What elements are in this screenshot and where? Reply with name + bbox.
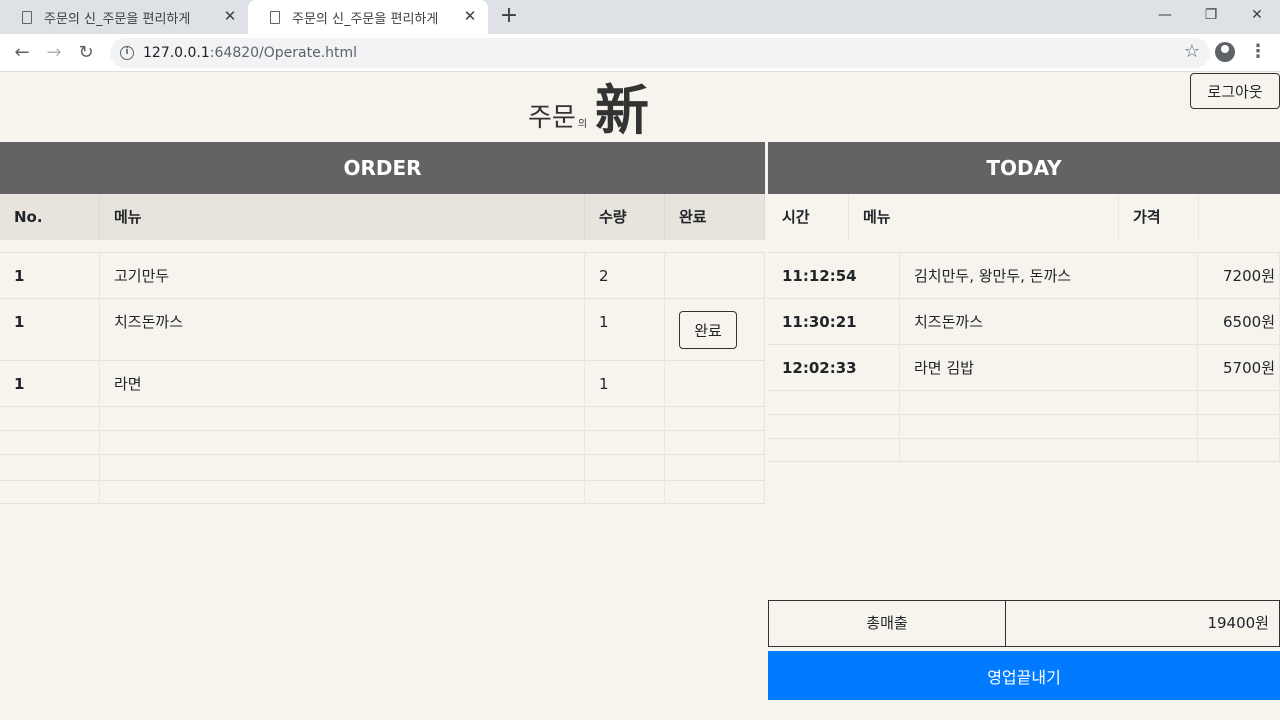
sale-price: 6500원 [1198, 299, 1280, 344]
empty-row [0, 406, 765, 430]
browser-tab-active[interactable]: 주문의 신_주문을 편리하게 ✕ [248, 0, 488, 34]
column-header-menu: 메뉴 [849, 194, 1119, 240]
today-table-body: 11:12:54 김치만두, 왕만두, 돈까스 7200원 11:30:21 치… [768, 252, 1280, 462]
document-icon [270, 10, 280, 24]
reload-icon[interactable]: ↻ [72, 39, 100, 67]
browser-tab[interactable]: 주문의 신_주문을 편리하게 ✕ [0, 0, 248, 34]
table-row: 11:12:54 김치만두, 왕만두, 돈까스 7200원 [768, 252, 1280, 298]
order-menu: 고기만두 [100, 253, 585, 298]
empty-row [0, 454, 765, 480]
table-row: 11:30:21 치즈돈까스 6500원 [768, 298, 1280, 344]
logo-hanja: 新 [595, 78, 650, 142]
sale-time: 12:02:33 [768, 345, 900, 390]
order-column-headers: No. 메뉴 수량 완료 [0, 194, 765, 240]
empty-row [0, 430, 765, 454]
order-done-cell [665, 361, 765, 406]
table-row: 1 치즈돈까스 1 완료 [0, 298, 765, 360]
complete-button[interactable]: 완료 [679, 311, 737, 349]
restore-icon[interactable]: ❐ [1188, 0, 1234, 34]
order-no: 1 [0, 361, 100, 406]
column-header-menu: 메뉴 [100, 194, 585, 240]
order-done-cell [665, 253, 765, 298]
sale-price: 5700원 [1198, 345, 1280, 390]
total-sales-box: 총매출 19400원 [768, 600, 1280, 647]
sale-menu: 라면 김밥 [900, 345, 1198, 390]
today-column-headers: 시간 메뉴 가격 [768, 194, 1280, 240]
column-header-price: 가격 [1119, 194, 1199, 240]
sale-menu: 치즈돈까스 [900, 299, 1198, 344]
sale-price: 7200원 [1198, 253, 1280, 298]
order-qty: 2 [585, 253, 665, 298]
logo-particle: 의 [577, 119, 588, 130]
order-qty: 1 [585, 361, 665, 406]
logo-main: 주문 [528, 103, 576, 133]
document-icon [22, 10, 32, 24]
url-field[interactable]: i 127.0.0.1:64820/Operate.html ☆ [110, 38, 1210, 68]
minimize-icon[interactable]: — [1142, 0, 1188, 34]
back-icon[interactable]: ← [8, 39, 36, 67]
sale-menu: 김치만두, 왕만두, 돈까스 [900, 253, 1198, 298]
empty-row [0, 480, 765, 504]
column-header-qty: 수량 [585, 194, 665, 240]
sale-time: 11:12:54 [768, 253, 900, 298]
browser-tab-bar: 주문의 신_주문을 편리하게 ✕ 주문의 신_주문을 편리하게 ✕ + — ❐ … [0, 0, 1280, 34]
logout-button[interactable]: 로그아웃 [1190, 73, 1280, 109]
empty-row [768, 390, 1280, 414]
address-bar: ← → ↻ i 127.0.0.1:64820/Operate.html ☆ ⋮ [0, 34, 1280, 72]
table-row: 12:02:33 라면 김밥 5700원 [768, 344, 1280, 390]
order-menu: 라면 [100, 361, 585, 406]
order-header: ORDER [0, 142, 765, 194]
window-close-icon[interactable]: ✕ [1234, 0, 1280, 34]
order-menu: 치즈돈까스 [100, 299, 585, 360]
order-done-cell: 완료 [665, 299, 765, 360]
total-sales-value: 19400원 [1207, 614, 1269, 632]
logo: 주문 의 新 [528, 74, 649, 140]
tab-title: 주문의 신_주문을 편리하게 [44, 11, 191, 27]
table-row: 1 고기만두 2 [0, 252, 765, 298]
menu-dots-icon[interactable]: ⋮ [1248, 38, 1268, 66]
new-tab-icon[interactable]: + [498, 5, 520, 28]
order-table-body: 1 고기만두 2 1 치즈돈까스 1 완료 1 라면 1 [0, 252, 765, 504]
close-business-button[interactable]: 영업끝내기 [768, 651, 1280, 700]
today-header: TODAY [768, 142, 1280, 194]
order-no: 1 [0, 299, 100, 360]
tab-title: 주문의 신_주문을 편리하게 [292, 11, 439, 27]
total-sales-label: 총매출 [769, 601, 1006, 646]
tab-close-icon[interactable]: ✕ [462, 8, 478, 24]
page-content: 주문 의 新 로그아웃 ORDER No. 메뉴 수량 완료 1 고기만두 2 … [0, 72, 1280, 720]
column-header-no: No. [0, 194, 100, 240]
column-header-done: 완료 [665, 194, 765, 240]
forward-icon[interactable]: → [40, 39, 68, 67]
empty-row [768, 438, 1280, 462]
table-row: 1 라면 1 [0, 360, 765, 406]
bookmark-star-icon[interactable]: ☆ [1184, 41, 1200, 62]
column-header-time: 시간 [768, 194, 849, 240]
order-no: 1 [0, 253, 100, 298]
url-host: 127.0.0.1 [143, 45, 210, 61]
sale-time: 11:30:21 [768, 299, 900, 344]
tab-close-icon[interactable]: ✕ [222, 8, 238, 24]
order-qty: 1 [585, 299, 665, 360]
empty-row [768, 414, 1280, 438]
url-path: :64820/Operate.html [209, 45, 358, 61]
info-icon[interactable]: i [120, 46, 134, 60]
profile-icon[interactable] [1215, 42, 1235, 62]
